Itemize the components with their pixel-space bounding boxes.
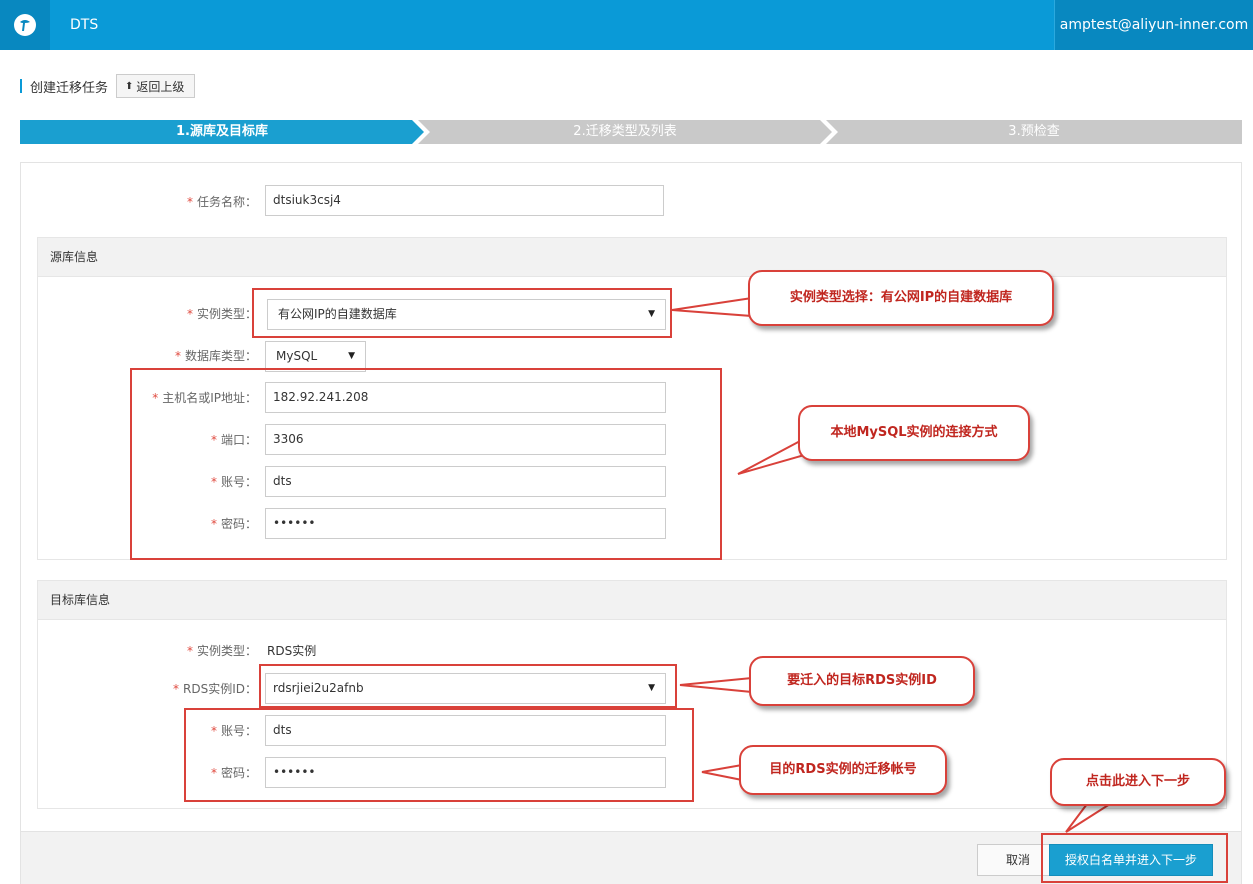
source-section-title: 源库信息 [38, 238, 1226, 277]
required-marker: * [186, 644, 193, 658]
target-instance-type-label-text: 实例类型： [196, 644, 257, 658]
annotation-box-next-button [1041, 833, 1228, 883]
annotation-box-rds-id [259, 664, 677, 708]
rds-id-label: * RDS实例ID： [121, 680, 257, 697]
rds-id-label-text: RDS实例ID： [183, 682, 257, 696]
page-header: 创建迁移任务 ⬆ 返回上级 [20, 74, 196, 98]
title-accent-bar [20, 79, 22, 93]
required-marker: * [186, 195, 193, 209]
wizard-steps: 1.源库及目标库 2.迁移类型及列表 3.预检查 [20, 120, 1242, 144]
top-bar: DTS amptest@aliyun-inner.com [0, 0, 1253, 50]
target-instance-type-value: RDS实例 [267, 644, 317, 658]
aliyun-logo-icon[interactable] [0, 0, 50, 50]
step-precheck: 3.预检查 [826, 120, 1242, 144]
up-arrow-icon: ⬆ [125, 80, 134, 92]
callout-next-step: 点击此进入下一步 [1050, 758, 1226, 806]
back-button-label: 返回上级 [136, 79, 185, 94]
task-name-label: * 任务名称： [121, 193, 257, 210]
db-type-label-text: 数据库类型： [184, 349, 257, 363]
app-title[interactable]: DTS [70, 0, 98, 50]
callout-instance-type: 实例类型选择：有公网IP的自建数据库 [748, 270, 1054, 326]
callout-local-mysql: 本地MySQL实例的连接方式 [798, 405, 1030, 461]
db-type-label: * 数据库类型： [121, 347, 257, 364]
page-title: 创建迁移任务 [30, 80, 109, 96]
target-section-title: 目标库信息 [38, 581, 1226, 620]
callout-target-rds: 要迁入的目标RDS实例ID [749, 656, 975, 706]
step-migration-type: 2.迁移类型及列表 [418, 120, 832, 144]
task-name-input[interactable]: dtsiuk3csj4 [265, 185, 664, 216]
required-marker: * [173, 682, 180, 696]
source-instance-type-label: * 实例类型： [121, 305, 257, 322]
back-button[interactable]: ⬆ 返回上级 [116, 74, 196, 98]
annotation-box-connection [130, 368, 722, 560]
required-marker: * [186, 307, 193, 321]
source-instance-type-label-text: 实例类型： [196, 307, 257, 321]
step-source-target: 1.源库及目标库 [20, 120, 424, 144]
required-marker: * [174, 349, 181, 363]
chevron-down-icon: ▼ [348, 351, 355, 361]
target-instance-type-label: * 实例类型： [121, 642, 257, 659]
callout-rds-account: 目的RDS实例的迁移帐号 [739, 745, 947, 795]
task-name-label-text: 任务名称： [196, 195, 257, 209]
user-account-menu[interactable]: amptest@aliyun-inner.com [1054, 0, 1253, 50]
annotation-box-rds-account [184, 708, 694, 802]
annotation-box-instance-type [252, 288, 672, 338]
db-type-value: MySQL [276, 349, 318, 363]
